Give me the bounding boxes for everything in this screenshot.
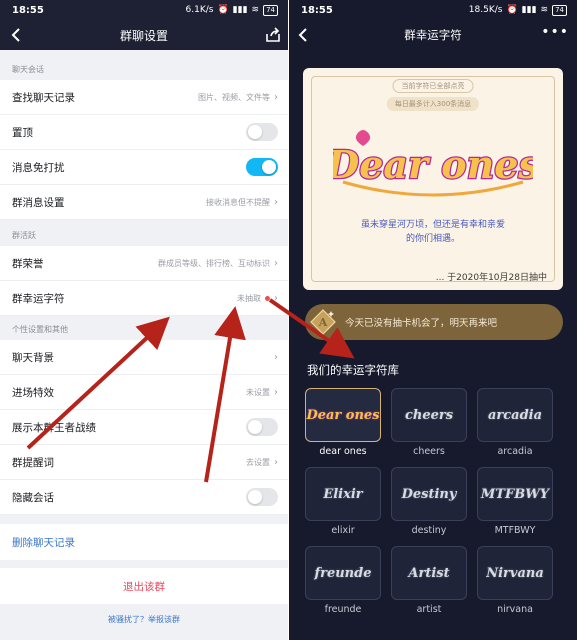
wifi-icon: ≋ [251,5,260,15]
row-message-setting[interactable]: 群消息设置 接收消息但不提醒 › [0,185,288,220]
quit-group-button[interactable]: 退出该群 [0,568,288,604]
notice-text: 今天已没有抽卡机会了，明天再来吧 [345,318,498,329]
mute-toggle[interactable] [246,158,278,176]
pin-toggle[interactable] [246,123,278,141]
wifi-icon: ≋ [540,5,549,15]
battery-icon: 74 [552,4,567,16]
share-icon[interactable] [264,26,282,44]
lucky-char-card: 当前字符已全部点亮 每日最多计入300条消息 Dear ones 虽未穿星河万顷… [303,68,563,290]
group-settings-screen: 18:55 6.1K/s ⏰ ▮▮▮ ≋ 74 群聊设置 聊天会话 查找聊天记录… [0,0,288,640]
back-arrow-icon[interactable] [295,26,313,44]
status-bar: 18:55 6.1K/s ⏰ ▮▮▮ ≋ 74 [0,0,288,20]
no-draw-notice: A 今天已没有抽卡机会了，明天再来吧 [305,304,563,340]
lucky-char-tile[interactable]: Elixir [305,467,381,521]
alarm-icon: ⏰ [217,5,229,15]
lucky-char-tile[interactable]: arcadia [477,388,553,442]
daily-limit-pill: 每日最多计入300条消息 [386,97,480,111]
status-bar: 18:55 18.5K/s ⏰ ▮▮▮ ≋ 74 [289,0,577,20]
signal-icon: ▮▮▮ [232,5,248,15]
drawn-date: ... 于2020年10月28日抽中 [435,273,547,283]
delete-history-button[interactable]: 删除聊天记录 [0,524,288,560]
section-personal: 个性设置和其他 [12,324,68,334]
dear-ones-logo: Dear ones [333,130,533,197]
card-quote: 虽未穿星河万顷，但还是有幸和亲爱 的你们相遇。 [360,220,505,244]
row-reminder-words[interactable]: 群提醒词 去设置 › [0,445,288,480]
tile-art: cheers [404,407,454,423]
row-chat-background[interactable]: 聊天背景 › [0,340,288,375]
lucky-char-screen: 18:55 18.5K/s ⏰ ▮▮▮ ≋ 74 群幸运字符 ••• 当前字符已… [289,0,577,640]
tile-art: Dear ones [306,407,380,423]
status-time: 18:55 [301,4,333,16]
status-time: 18:55 [12,4,44,16]
draw-card-icon: A [310,309,336,335]
red-dot-badge [265,295,270,301]
lucky-char-tile[interactable]: Dear ones [305,388,381,442]
battery-icon: 74 [263,4,278,16]
tile-label: elixir [331,525,355,536]
tile-art: Elixir [323,486,363,502]
chevron-right-icon: › [274,257,278,269]
row-hide-chat: 隐藏会话 [0,480,288,515]
hide-chat-toggle[interactable] [246,488,278,506]
tile-label: artist [416,604,442,615]
network-speed: 18.5K/s [468,5,503,15]
row-find-history[interactable]: 查找聊天记录 图片、视频、文件等 › [0,80,288,115]
tile-label: freunde [324,604,362,615]
section-chat: 聊天会话 [12,64,44,74]
lucky-char-tile[interactable]: Destiny [391,467,467,521]
tile-label: nirvana [497,604,533,615]
tile-art: MTFBWY [480,486,550,502]
chevron-right-icon: › [274,351,278,363]
row-group-honor[interactable]: 群荣誉 群成员等级、排行榜、互动标识 › [0,246,288,281]
row-entrance-effect[interactable]: 进场特效 未设置 › [0,375,288,410]
tile-label: cheers [413,446,445,457]
logo-text: Dear ones [333,142,533,187]
tile-art: Destiny [401,486,457,502]
tile-label: MTFBWY [494,525,536,536]
alarm-icon: ⏰ [506,5,518,15]
chevron-right-icon: › [274,386,278,398]
header: 群幸运字符 ••• [289,20,577,50]
row-honor-of-kings: 展示本群王者战绩 [0,410,288,445]
tile-art: Nirvana [486,565,544,581]
signal-icon: ▮▮▮ [521,5,537,15]
lucky-char-tile[interactable]: cheers [391,388,467,442]
tile-art: Artist [408,565,450,581]
page-title: 群聊设置 [119,28,168,43]
chevron-right-icon: › [274,196,278,208]
chevron-right-icon: › [274,456,278,468]
page-title: 群幸运字符 [404,28,462,42]
lucky-char-tile[interactable]: freunde [305,546,381,600]
lit-status-pill: 当前字符已全部点亮 [392,79,474,93]
tile-label: dear ones [319,446,367,457]
back-arrow-icon[interactable] [8,26,26,44]
library-title: 我们的幸运字符库 [307,363,399,377]
tile-art: freunde [314,565,372,581]
lucky-char-tile[interactable]: Nirvana [477,546,553,600]
section-active: 群活跃 [12,230,36,240]
chevron-right-icon: › [274,91,278,103]
network-speed: 6.1K/s [185,5,214,15]
tile-art: arcadia [487,407,543,423]
chevron-right-icon: › [274,292,278,304]
svg-text:A: A [318,316,328,329]
report-link[interactable]: 被骚扰了？举报该群 [0,614,288,625]
row-pin: 置顶 [0,115,288,150]
lucky-char-tile[interactable]: MTFBWY [477,467,553,521]
more-icon[interactable]: ••• [541,24,569,40]
header: 群聊设置 [0,20,288,50]
tile-label: destiny [411,525,447,536]
tile-label: arcadia [497,446,533,457]
row-lucky-char[interactable]: 群幸运字符 未抽取 › [0,281,288,316]
row-mute: 消息免打扰 [0,150,288,185]
honor-kings-toggle[interactable] [246,418,278,436]
lucky-char-tile[interactable]: Artist [391,546,467,600]
